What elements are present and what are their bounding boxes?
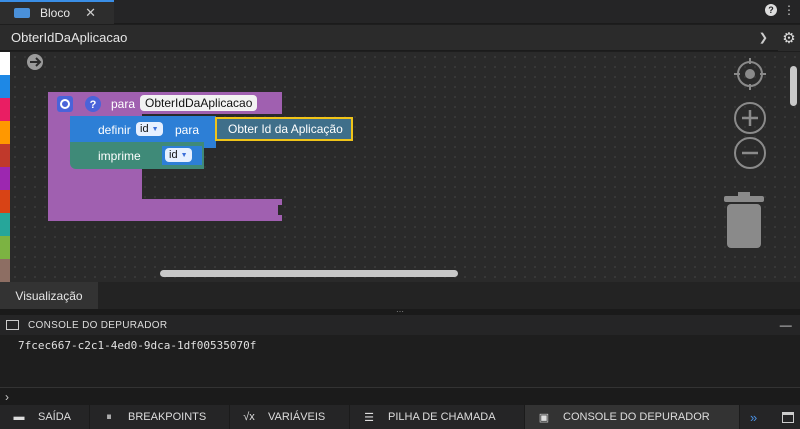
window-icon[interactable]	[782, 411, 794, 423]
horizontal-scrollbar[interactable]	[160, 270, 458, 277]
output-icon: ▬	[13, 411, 25, 423]
palette-category-5[interactable]	[0, 167, 10, 190]
terminal-icon	[6, 320, 19, 330]
gear-icon[interactable]: ⚙	[778, 25, 800, 51]
palette-category-3[interactable]	[0, 121, 10, 144]
tab-console-do-depurador[interactable]: ▣ CONSOLE DO DEPURADOR	[525, 405, 740, 429]
trash-icon[interactable]	[724, 192, 764, 248]
console-output: 7fcec667-c2c1-4ed0-9dca-1df00535070f	[0, 335, 800, 387]
tab-variaveis-label: VARIÁVEIS	[268, 411, 326, 423]
print-keyword: imprime	[98, 149, 141, 163]
more-tabs-icon[interactable]: »	[750, 410, 757, 425]
console-output-line: 7fcec667-c2c1-4ed0-9dca-1df00535070f	[18, 339, 257, 352]
palette-category-9[interactable]	[0, 259, 10, 282]
tab-variaveis[interactable]: √x VARIÁVEIS	[230, 405, 350, 429]
chevron-down-icon[interactable]: ❯	[759, 31, 768, 44]
arrow-right-circle-icon[interactable]	[27, 54, 43, 70]
workspace-canvas: ?	[27, 54, 766, 248]
block-category-palette	[0, 52, 10, 282]
zoom-out-icon[interactable]	[734, 137, 766, 169]
function-name-field[interactable]: ObterIdDaAplicacao	[140, 95, 258, 111]
set-to-keyword: para	[175, 123, 200, 137]
console-input[interactable]: ›	[0, 387, 800, 405]
palette-category-8[interactable]	[0, 236, 10, 259]
settings-icon[interactable]	[57, 96, 73, 112]
minimize-icon[interactable]: —	[780, 318, 792, 332]
tab-pilha-de-chamada[interactable]: ☰ PILHA DE CHAMADA	[350, 405, 525, 429]
function-selector[interactable]: ObterIdDaAplicacao ❯	[0, 25, 778, 51]
visualization-bar	[0, 282, 800, 309]
print-variable-dropdown[interactable]: id ▼	[165, 148, 192, 162]
palette-category-1[interactable]	[0, 75, 10, 98]
terminal-icon: ▣	[538, 411, 550, 424]
tab-pilha-label: PILHA DE CHAMADA	[388, 411, 496, 423]
palette-category-4[interactable]	[0, 144, 10, 167]
editor-tab-bar	[0, 0, 800, 24]
tab-console-label: CONSOLE DO DEPURADOR	[563, 411, 710, 423]
text-value-label: Obter Id da Aplicação	[228, 122, 343, 136]
set-keyword: definir	[98, 123, 131, 137]
function-icon: √x	[243, 411, 255, 423]
zoom-in-icon[interactable]	[734, 102, 766, 134]
palette-category-7[interactable]	[0, 213, 10, 236]
vertical-scrollbar[interactable]	[790, 66, 797, 106]
function-keyword: para	[111, 97, 136, 111]
tab-bar-actions: ? ⋮	[765, 3, 795, 17]
set-variable-dropdown[interactable]: id ▼	[136, 122, 163, 136]
tab-saida-label: SAÍDA	[38, 411, 72, 423]
pause-icon: ⏸	[106, 410, 112, 423]
print-variable-name: id	[169, 149, 178, 161]
set-variable-name: id	[140, 123, 149, 135]
tab-visualizacao[interactable]: Visualização	[0, 282, 98, 309]
palette-category-2[interactable]	[0, 98, 10, 121]
palette-category-6[interactable]	[0, 190, 10, 213]
center-target-icon[interactable]	[734, 58, 766, 90]
close-icon[interactable]: ✕	[85, 5, 96, 21]
console-header: CONSOLE DO DEPURADOR —	[0, 315, 800, 335]
bottom-panel-tabs: ▬ SAÍDA ⏸ BREAKPOINTS √x VARIÁVEIS ☰ PIL…	[0, 405, 800, 429]
stack-icon: ☰	[364, 411, 374, 424]
help-icon[interactable]: ?	[85, 96, 101, 112]
tab-breakpoints-label: BREAKPOINTS	[128, 411, 207, 423]
tab-title: Bloco	[40, 6, 71, 20]
more-options-icon[interactable]: ⋮	[783, 3, 795, 17]
dropdown-arrow-icon: ▼	[180, 151, 188, 159]
console-title: CONSOLE DO DEPURADOR	[28, 319, 168, 331]
tab-bloco[interactable]: Bloco ✕	[0, 0, 114, 24]
block-workspace[interactable]: ? para ObterIdDaAplicacao definir id ▼ p…	[10, 52, 800, 282]
svg-text:?: ?	[90, 99, 97, 111]
palette-category-0[interactable]	[0, 52, 10, 75]
help-icon[interactable]: ?	[765, 4, 777, 16]
block-icon	[14, 8, 30, 18]
tab-breakpoints[interactable]: ⏸ BREAKPOINTS	[90, 405, 230, 429]
dropdown-arrow-icon: ▼	[151, 125, 159, 133]
function-selector-value: ObterIdDaAplicacao	[11, 30, 128, 45]
prompt-chevron-icon: ›	[5, 389, 9, 404]
tab-saida[interactable]: ▬ SAÍDA	[0, 405, 90, 429]
